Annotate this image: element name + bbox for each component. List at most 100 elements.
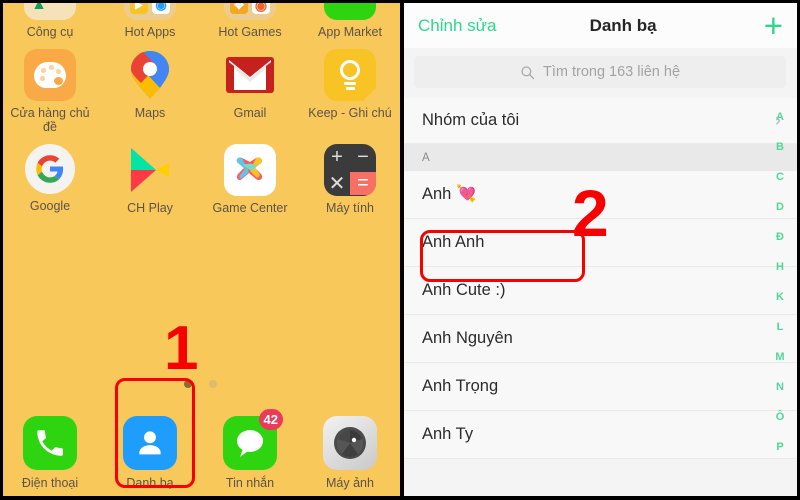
alphabet-index[interactable]: A B C D Đ H K L M N Ô P (770, 112, 790, 453)
app-market-icon (324, 0, 376, 20)
home-dock: Điện thoại Danh bạ 42 Tin nhắn Máy ảnh (0, 409, 400, 490)
contacts-header: Chỉnh sửa Danh bạ + (404, 3, 797, 48)
keep-bulb-group (340, 60, 360, 90)
app-icon-calculator[interactable]: + − ✕ = Máy tính (300, 144, 400, 215)
app-icon-ch-play[interactable]: CH Play (100, 144, 200, 215)
app-icon-maps[interactable]: Maps (100, 49, 200, 134)
dock-item-messages[interactable]: 42 Tin nhắn (200, 409, 300, 490)
palette-thumb-hole (54, 77, 63, 85)
app-icon-hot-games[interactable]: ✥ ◉ Hot Games (200, 0, 300, 39)
screenshot-root: X ≡ ▲ Công cụ ● ▶ ◉ Hot Apps (0, 0, 800, 500)
app-label: Google (29, 199, 71, 213)
bubble-svg (237, 430, 263, 457)
folder-hot-games-icon: ✥ ◉ (224, 0, 276, 20)
plus-icon[interactable]: + (764, 9, 783, 42)
bulb-base-2 (345, 87, 355, 90)
app-icon-app-market[interactable]: App Market (300, 0, 400, 39)
google-play-icon (124, 144, 176, 196)
app-icon-cong-cu[interactable]: X ≡ ▲ Công cụ (0, 0, 100, 39)
alpha-index-letter[interactable]: P (776, 442, 783, 453)
home-screen-panel: X ≡ ▲ Công cụ ● ▶ ◉ Hot Apps (0, 0, 400, 500)
app-label: Hot Games (218, 25, 282, 39)
dock-item-phone[interactable]: Điện thoại (0, 416, 100, 490)
alpha-index-letter[interactable]: D (776, 202, 784, 213)
folder-hot-apps-icon: ● ▶ ◉ (124, 0, 176, 20)
search-input[interactable]: Tìm trong 163 liên hệ (414, 56, 786, 88)
panel-border-left (0, 0, 3, 500)
annotation-number-1: 1 (164, 314, 199, 383)
alpha-index-letter[interactable]: Đ (776, 232, 784, 243)
app-icon-gmail[interactable]: Gmail (200, 49, 300, 134)
annotation-highlight-anh-anh (420, 230, 585, 282)
page-indicator-dots (0, 380, 400, 388)
palette-plate (34, 62, 66, 88)
alpha-index-letter[interactable]: L (777, 322, 784, 333)
app-label: Keep - Ghi chú (308, 106, 392, 120)
alpha-index-letter[interactable]: B (776, 142, 784, 153)
app-label: Gmail (233, 106, 267, 120)
app-label: App Market (318, 25, 382, 39)
maps-pin-svg (131, 51, 169, 99)
contacts-app-panel: Chỉnh sửa Danh bạ + Tìm trong 163 liên h… (400, 0, 800, 500)
annotation-highlight-danh-ba (115, 378, 195, 488)
alpha-index-letter[interactable]: N (776, 382, 784, 393)
alpha-index-letter[interactable]: C (776, 172, 784, 183)
palette-dot-1 (41, 68, 46, 73)
my-groups-row[interactable]: Nhóm của tôi › (404, 98, 797, 144)
bulb-base-1 (344, 82, 356, 85)
app-icon-theme-store[interactable]: Cửa hàng chủ đề (0, 49, 100, 134)
app-icon-hot-apps[interactable]: ● ▶ ◉ Hot Apps (100, 0, 200, 39)
keep-corner-fold (363, 88, 376, 101)
gmail-envelope-icon (224, 49, 276, 101)
calculator-icon: + − ✕ = (324, 144, 376, 196)
bulb-shape (340, 60, 360, 80)
contact-row[interactable]: Anh Ty (404, 411, 797, 459)
alpha-index-letter[interactable]: H (776, 262, 784, 273)
app-label: Maps (134, 106, 166, 120)
panel-border-top (400, 0, 800, 3)
folder-tools-icon: X ≡ ▲ (24, 0, 76, 20)
app-label: Game Center (212, 201, 288, 215)
alpha-index-letter[interactable]: A (776, 112, 784, 123)
page-dot-inactive[interactable] (208, 380, 217, 388)
google-g-icon (25, 144, 75, 194)
app-label: Cửa hàng chủ đề (10, 106, 90, 134)
search-placeholder: Tìm trong 163 liên hệ (542, 64, 681, 80)
app-grid: X ≡ ▲ Công cụ ● ▶ ◉ Hot Apps (0, 0, 400, 215)
alpha-index-letter[interactable]: K (776, 292, 784, 303)
camera-shutter-icon (323, 416, 377, 470)
app-icon-keep[interactable]: Keep - Ghi chú (300, 49, 400, 134)
alpha-index-letter[interactable]: Ô (776, 412, 785, 423)
alpha-index-letter[interactable]: M (775, 352, 784, 363)
dock-item-camera[interactable]: Máy ảnh (300, 416, 400, 490)
search-icon (521, 65, 535, 79)
app-label: CH Play (127, 201, 173, 215)
panel-border-bottom (0, 496, 400, 500)
google-maps-pin-icon (124, 49, 176, 101)
contact-row[interactable]: Anh Nguyên (404, 315, 797, 363)
dock-label: Tin nhắn (225, 476, 275, 490)
phone-handset-icon (23, 416, 77, 470)
panel-border-bottom (400, 496, 800, 500)
panel-border-left (400, 0, 404, 500)
game-center-svg (236, 157, 263, 181)
dock-label: Máy ảnh (326, 476, 374, 490)
calc-multiply-key: ✕ (328, 172, 346, 195)
gmail-svg (226, 57, 274, 93)
contact-row[interactable]: Anh Trọng (404, 363, 797, 411)
messages-unread-badge: 42 (258, 409, 283, 430)
app-label: Công cụ (26, 25, 74, 39)
app-icon-google[interactable]: Google (0, 144, 100, 215)
game-center-icon (224, 144, 276, 196)
calc-equals-key: = (350, 171, 376, 195)
my-groups-label: Nhóm của tôi (422, 111, 520, 129)
theme-store-palette-icon (24, 49, 76, 101)
page-title: Danh bạ (589, 15, 657, 35)
panel-border-top (0, 0, 400, 3)
app-icon-game-center[interactable]: Game Center (200, 144, 300, 215)
shutter-svg (334, 427, 366, 459)
palette-dot-4 (40, 76, 45, 81)
calc-plus-key: + (331, 145, 343, 168)
google-g-svg (36, 155, 64, 183)
calc-minus-key: − (357, 145, 369, 168)
